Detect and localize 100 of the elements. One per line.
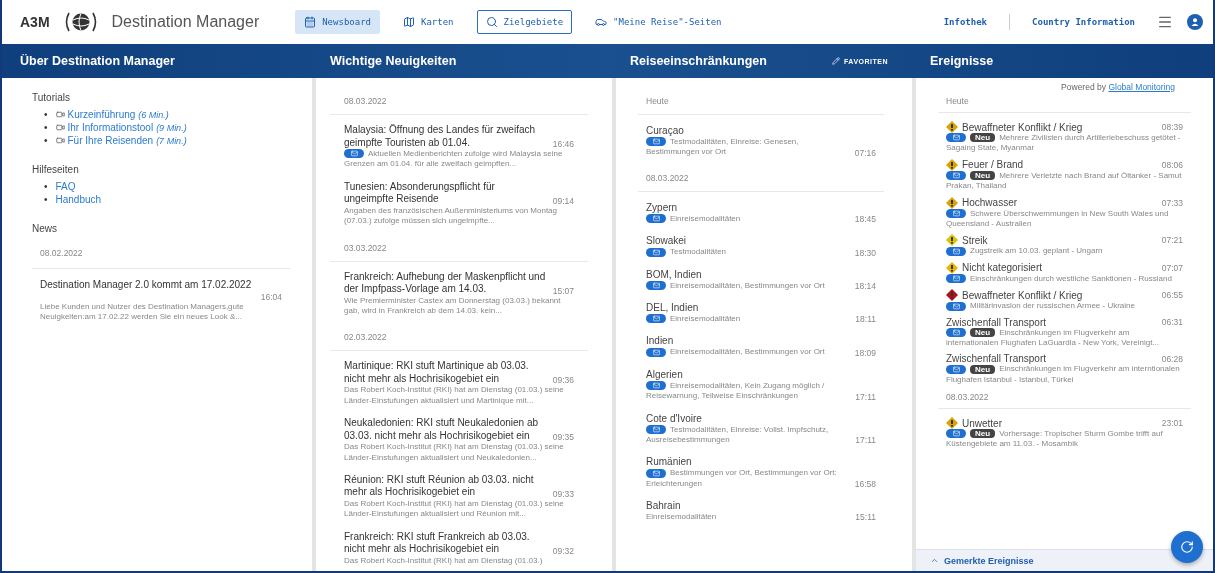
news-item[interactable]: Malaysia: Öffnung des Landes für zweifach geimpfte Touristen ab 01.04. 16:46 Aktuellen Medienberichten zufolge wird Malaysia seine Grenzen am 01.04. für alle zweifach geimpften... [330,121,588,173]
list-bullet: • [44,122,48,133]
event-item[interactable]: Bewaffneter Konflikt / Krieg 06:55 Militärinvasion der russischen Armee - Ukraine [938,287,1191,314]
news-title: Neukaledonien: RKI stuft Neukaledonien ab 03.03. nicht mehr als Hochrisikogebiet ein [344,417,540,443]
event-category: Unwetter [962,417,1002,429]
restriction-text: Testmodalitäten, Einreise: Vollst. Impfschutz, Ausreisebestimmungen [646,424,830,446]
restriction-text: Einreisemodalitäten [646,313,850,325]
country-name: BOM, Indien [646,268,703,280]
pencil-icon [831,57,840,65]
restriction-text: Einreisemodalitäten [646,512,718,523]
event-category: Bewaffneter Konflikt / Krieg [962,289,1083,301]
event-time: 06:28 [1161,353,1183,364]
date-label: 08.03.2022 [638,164,884,192]
news-item[interactable]: Destination Manager 2.0 kommt am 17.02.2022 16:04 Liebe Kunden und Nutzer des Destination Managers,gute Neuigkeiten:am 17.02.22 werden Sie ein neues Look &... [32,275,290,327]
event-time: 07:33 [1161,197,1183,208]
news-title: Destination Manager 2.0 kommt am 17.02.2022 [40,279,253,292]
event-item[interactable]: Unwetter 23:01 Neu Vorhersage: Tropischer Sturm Gombe trifft auf Küstengebiete am 11.03. - Mosambik [938,415,1191,452]
news-item[interactable]: Tunesien: Absonderungspflicht für ungeimpfte Reisende 09:14 Angaben des französischen Außenministeriums von Montag (07.03.) zufolge müssen sich ungeimpfte... [330,177,588,230]
restriction-item[interactable]: BOM, Indien Einreisemodalitäten, Bestimmungen vor Ort 18:14 [638,264,884,295]
event-item[interactable]: Streik 07:21 Zugstreik am 10.03. geplant - Ungarn [938,232,1191,259]
help-link[interactable]: Handbuch [55,194,102,205]
restriction-item[interactable]: Indien Einreisemodalitäten, Bestimmungen vor Ort 18:09 [638,331,884,362]
news-title: Malaysia: Öffnung des Landes für zweifach geimpfte Touristen ab 01.04. [344,124,537,149]
country-name: DEL, Indien [646,301,700,313]
restriction-text: Einreisemodalitäten, Bestimmungen vor Ort [646,347,849,358]
tutorial-link[interactable]: Ihr Informationstool (9 Min.) [67,122,187,133]
refresh-button[interactable] [1171,531,1203,563]
brand-name: A3M [20,14,50,30]
news-summary: Das Robert Koch-Institut (RKI) hat am Dienstag (01.03.) [344,555,544,567]
date-label: 03.03.2022 [330,234,588,262]
restriction-item[interactable]: Zypern Einreisemodalitäten 18:45 [638,197,884,229]
news-time: 09:35 [552,432,574,443]
news-item[interactable]: Frankreich: RKI stuft Frankreich ab 03.03. nicht mehr als Hochrisikogebiet ein 09:32 Das Robert Koch-Institut (RKI) hat am Dienstag (01.03.) [330,527,588,570]
column-title: Über Destination Manager [20,54,175,68]
date-label: 08.02.2022 [32,238,290,269]
powered-by-text: Powered by Global Monitoring [1060,82,1176,92]
nav-tab[interactable]: Zielgebiete [476,10,573,34]
event-item[interactable]: Hochwasser 07:33 Schwere Überschwemmungen in New South Wales und Queensland - Australien [938,194,1191,232]
restriction-item[interactable]: Slowakei Testmodalitäten 18:30 [638,231,884,262]
restriction-time: 18:09 [854,347,876,358]
event-text: Schwere Überschwemmungen in New South Wales und Queensland - Australien [946,208,1170,230]
list-bullet: • [44,109,48,120]
nav-link[interactable]: Country Information [1024,17,1143,27]
restriction-time: 18:45 [854,214,876,225]
nav-link[interactable]: Infothek [935,17,996,27]
globe-logo-icon [63,11,98,33]
event-time: 08:06 [1161,159,1183,170]
event-text: Neu Einschränkungen im Flugverkehr am interntionalen Flughafen Istanbul - Istanbul, Türkei [946,364,1181,386]
news-summary: Das Robert Koch-Institut (RKI) hat am Dienstag (01.03.) seine Länder-Einstufungen aktualisiert und Réunion mit... [344,498,565,520]
bookmarked-events-bar[interactable]: Gemerkte Ereignisse [916,549,1213,571]
restriction-item[interactable]: Bahrain Einreisemodalitäten 15:11 [638,496,884,527]
new-badge: Neu [970,171,996,181]
car-icon [595,16,608,28]
nav-tab[interactable]: "Meine Reise"-Seiten [586,10,731,34]
restriction-item[interactable]: DEL, Indien Einreisemodalitäten 18:11 [638,297,884,329]
event-item[interactable]: Bewaffneter Konflikt / Krieg 08:39 Neu Mehrere Zivilisten durch Artilleriebeschuss getötet - Sagaing State, Myanmar [938,119,1191,156]
list-bullet: • [44,194,48,205]
news-item[interactable]: Frankreich: Aufhebung der Maskenpflicht und der Impfpass-Vorlage am 14.03. 15:07 Wie Premierminister Castex am Donnerstag (03.03.) bekannt gab, wird in Frankreich ab dem 14.03. kein... [330,267,588,320]
event-item[interactable]: Zwischenfall Transport 06:31 Neu Einschränkungen im Flugverkehr am internationalen Flughafen LaGuardia - New York, Vereinigt... [938,314,1191,351]
news-time: 09:14 [552,195,574,206]
event-item[interactable]: Nicht kategorisiert 07:07 Einschränkungen durch westliche Sanktionen - Russland [938,259,1191,287]
restriction-item[interactable]: Algerien Einreisemodalitäten, Kein Zugang möglich / Reisewarnung, Teilweise Einschränkungen 17:11 [638,364,884,406]
calendar-icon [304,16,317,28]
news-summary: Angaben des französischen Außenministeriums von Montag (07.03.) zufolge müssen sich ungeimpfte... [344,205,558,227]
restriction-text: Testmodalitäten [646,247,849,258]
new-badge: Neu [970,429,996,439]
event-time: 07:21 [1161,235,1183,246]
event-time: 06:31 [1161,317,1183,327]
restriction-text: Einreisemodalitäten [646,213,849,225]
restriction-item[interactable]: Curaçao Testmodalitäten, Einreise: Genesen, Bestimmungen vor Ort 07:16 [638,121,884,162]
refresh-icon [1180,540,1194,554]
event-item[interactable]: Zwischenfall Transport 06:28 Neu Einschränkungen im Flugverkehr am interntionalen Flughafen Istanbul - Istanbul, Türkei [938,351,1191,388]
news-time: 16:46 [552,139,574,149]
news-title: Frankreich: Aufhebung der Maskenpflicht und der Impfpass-Vorlage am 14.03. [344,270,547,296]
country-name: Zypern [646,201,679,213]
event-item[interactable]: Feuer / Brand 08:06 Neu Mehrere Verletzte nach Brand auf Öltanker - Samut Prakan, Thailand [938,156,1191,194]
restriction-time: 17:11 [855,391,876,402]
global-monitoring-link[interactable]: Global Monitoring [1108,82,1175,92]
tutorial-link[interactable]: Kurzeinführung (6 Min.) [67,109,169,120]
user-avatar-icon[interactable] [1187,14,1203,30]
news-item[interactable]: Réunion: RKI stuft Réunion ab 03.03. nicht mehr als Hochrisikogebiet ein 09:33 Das Robert Koch-Institut (RKI) hat am Dienstag (01.03.) seine Länder-Einstufungen aktualisiert und Réunion mit... [330,470,588,523]
event-category: Bewaffneter Konflikt / Krieg [962,121,1083,133]
restriction-text: Bestimmungen vor Ort, Bestimmungen vor Ort: Erleichterungen [646,468,838,490]
new-badge: Neu [970,327,996,337]
help-link[interactable]: FAQ [55,181,76,192]
restriction-time: 18:30 [854,247,876,258]
menu-icon[interactable] [1157,14,1173,30]
restriction-item[interactable]: Rumänien Bestimmungen vor Ort, Bestimmungen vor Ort: Erleichterungen 16:58 [638,452,884,494]
nav-tab[interactable]: Karten [394,10,463,34]
event-category: Zwischenfall Transport [946,316,1047,328]
nav-tab[interactable]: Newsboard [295,10,380,34]
date-label: 08.03.2022 [938,388,1191,410]
tutorial-link[interactable]: Für Ihre Reisenden (7 Min.) [67,135,187,146]
chevron-up-icon [930,556,939,565]
event-category: Feuer / Brand [962,159,1024,171]
restriction-item[interactable]: Cote d'Ivoire Testmodalitäten, Einreise: Vollst. Impfschutz, Ausreisebestimmungen 17:11 [638,408,884,450]
event-time: 23:01 [1161,418,1183,429]
event-text: Militärinvasion der russischen Armee - Ukraine [946,301,1183,312]
news-time: 09:32 [552,545,574,556]
list-bullet: • [44,135,48,146]
